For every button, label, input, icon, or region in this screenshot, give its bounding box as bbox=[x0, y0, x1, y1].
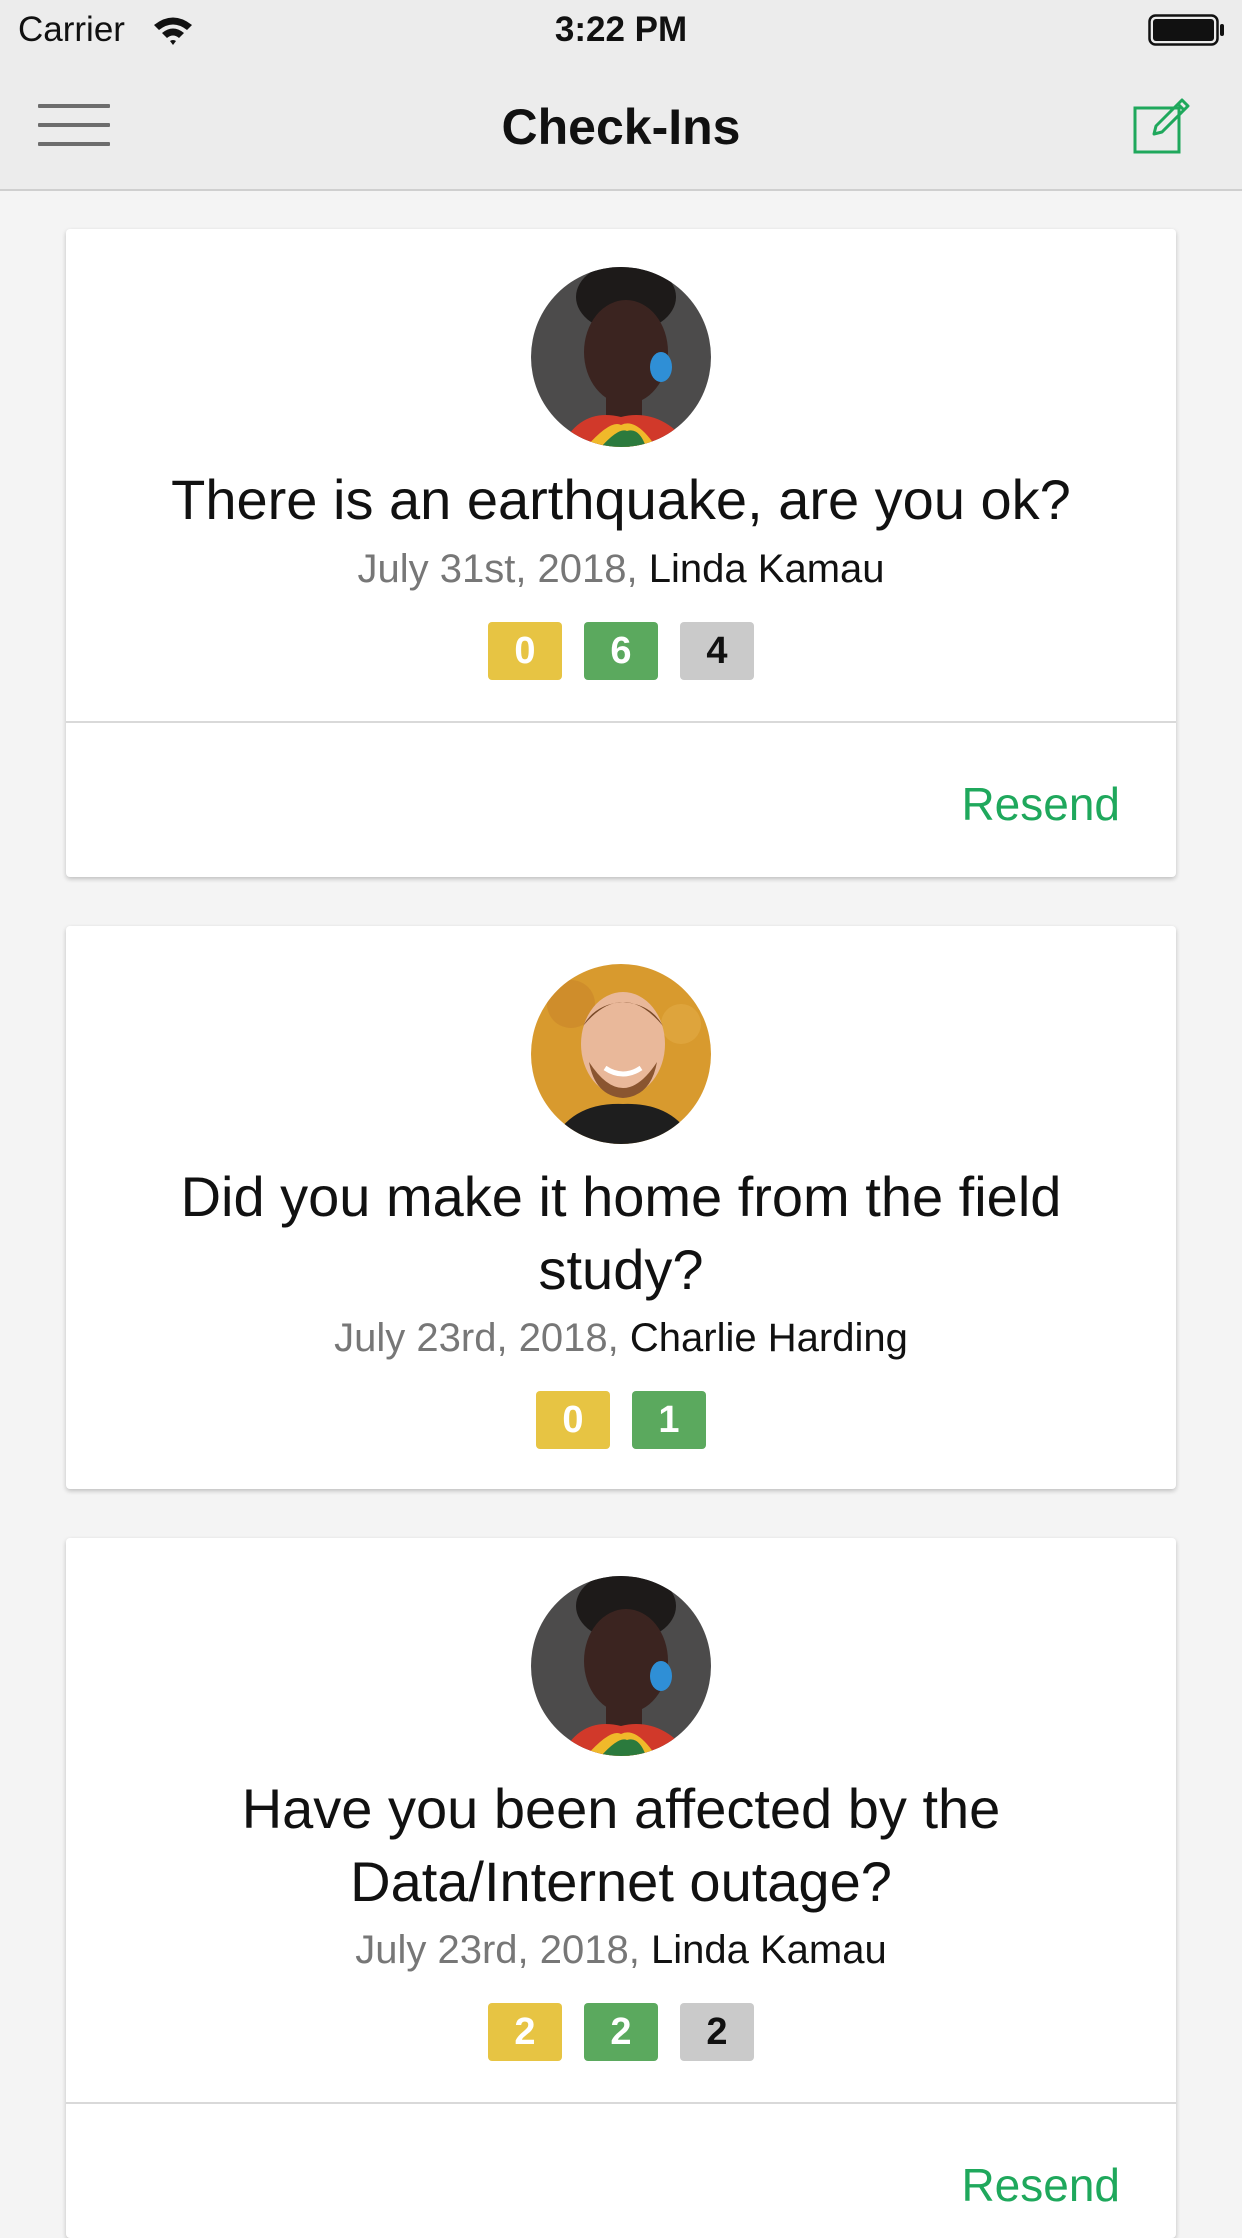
checkin-author: Charlie Harding bbox=[629, 1316, 908, 1360]
checkin-card[interactable]: There is an earthquake, are you ok? July… bbox=[66, 229, 1176, 877]
badge-unanswered: 0 bbox=[488, 622, 562, 680]
avatar bbox=[531, 267, 711, 447]
badge-pending: 2 bbox=[680, 2003, 754, 2061]
checkin-meta: July 23rd, 2018, Linda Kamau bbox=[66, 1928, 1176, 1973]
checkin-author: Linda Kamau bbox=[651, 1928, 887, 1972]
badge-unanswered: 2 bbox=[488, 2003, 562, 2061]
response-badges: 0 1 bbox=[66, 1391, 1176, 1449]
page-title: Check-Ins bbox=[501, 99, 741, 155]
status-bar: Carrier 3:22 PM bbox=[0, 0, 1242, 60]
badge-ok: 1 bbox=[632, 1391, 706, 1449]
checkin-card[interactable]: Have you been affected by the Data/Inter… bbox=[66, 1538, 1176, 2238]
response-badges: 0 6 4 bbox=[66, 622, 1176, 680]
badge-unanswered: 0 bbox=[536, 1391, 610, 1449]
badge-ok: 2 bbox=[584, 2003, 658, 2061]
battery-icon bbox=[1148, 14, 1226, 51]
checkin-date: July 31st, 2018, bbox=[357, 547, 638, 591]
checkin-card[interactable]: Did you make it home from the field stud… bbox=[66, 926, 1176, 1489]
resend-button[interactable]: Resend bbox=[961, 2158, 1120, 2212]
clock-time: 3:22 PM bbox=[554, 10, 688, 49]
checkin-meta: July 31st, 2018, Linda Kamau bbox=[66, 547, 1176, 592]
checkin-date: July 23rd, 2018, bbox=[334, 1316, 619, 1360]
checkin-meta: July 23rd, 2018, Charlie Harding bbox=[66, 1316, 1176, 1361]
avatar bbox=[531, 964, 711, 1144]
compose-icon[interactable] bbox=[1132, 96, 1192, 159]
checkin-author: Linda Kamau bbox=[648, 547, 885, 591]
badge-pending: 4 bbox=[680, 622, 754, 680]
checkin-question: Have you been affected by the Data/Inter… bbox=[241, 1777, 1001, 1913]
avatar bbox=[531, 1576, 711, 1756]
navigation-bar: Check-Ins bbox=[0, 60, 1242, 191]
badge-ok: 6 bbox=[584, 622, 658, 680]
checkin-question: There is an earthquake, are you ok? bbox=[171, 468, 1071, 531]
resend-button[interactable]: Resend bbox=[961, 777, 1120, 831]
checkin-question: Did you make it home from the field stud… bbox=[180, 1165, 1062, 1301]
card-divider bbox=[66, 2102, 1176, 2104]
card-divider bbox=[66, 721, 1176, 723]
checkin-date: July 23rd, 2018, bbox=[355, 1928, 640, 1972]
response-badges: 2 2 2 bbox=[66, 2003, 1176, 2061]
